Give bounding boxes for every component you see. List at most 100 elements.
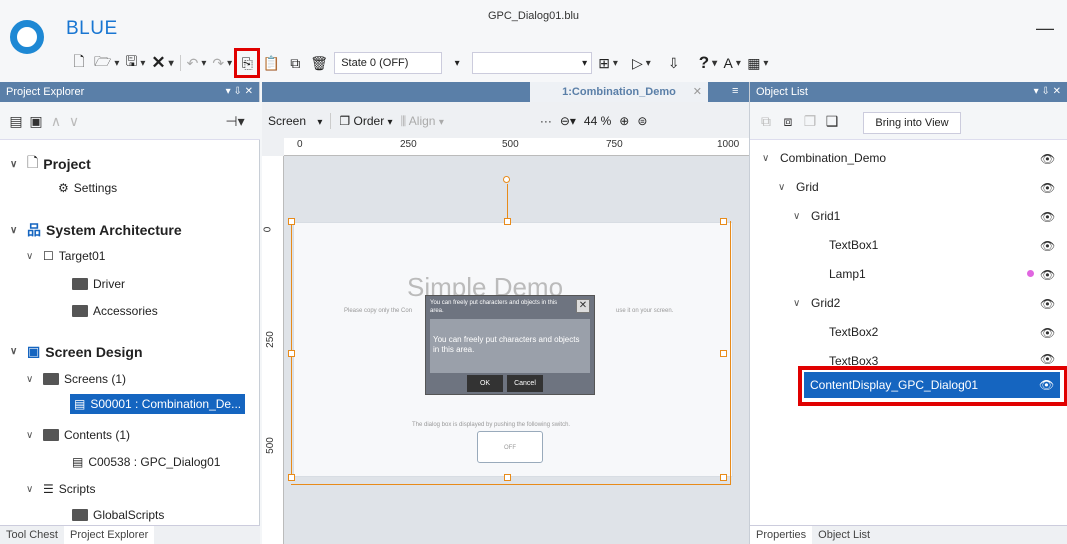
tree-item-target[interactable]: ∨ ☐ Target01 [26,249,105,263]
align-dropdown[interactable]: ⫼ Align ▾ [401,114,444,129]
grid-icon[interactable]: ▦ [747,52,768,74]
new-file-icon[interactable]: 🗋 [70,52,88,74]
resize-handle[interactable] [720,474,727,481]
tree-item-screen-design[interactable]: ∨ ▣ Screen Design [10,343,143,360]
list-item-grid2[interactable]: ∨ Grid2 [793,296,840,310]
close-icon[interactable]: ✕ [693,82,702,102]
undo-icon[interactable]: ↶ [187,52,207,74]
resize-handle[interactable] [720,350,727,357]
panel-controls-icon[interactable]: ▾ ⇩ ✕ [226,82,253,102]
tree-item-accessories[interactable]: Accessories [72,304,158,318]
visibility-eye-icon[interactable]: 👁 [1040,181,1055,195]
tree-item-project[interactable]: ∨ 🗋 Project [10,152,91,176]
tree-item-scripts[interactable]: ∨ ☰ Scripts [26,482,95,496]
paste-icon[interactable]: 📋 [262,52,280,74]
screen-dropdown[interactable]: Screen ▾ [268,114,322,128]
order-dropdown[interactable]: ❐ Order ▾ [339,114,392,128]
redo-icon[interactable]: ↷ [212,52,232,74]
save-icon[interactable]: 🖫 [125,52,145,74]
zoom-out-icon[interactable]: ⊖▾ [560,114,576,128]
zoom-fit-icon[interactable]: ⊜ [637,114,647,128]
tab-properties[interactable]: Properties [750,526,813,544]
off-switch[interactable]: OFF [477,431,543,463]
visibility-eye-icon[interactable]: 👁 [1040,210,1055,224]
list-item-grid1[interactable]: ∨ Grid1 [793,209,840,223]
help-icon[interactable]: ? [699,52,717,74]
resize-handle[interactable] [504,474,511,481]
dialog-box[interactable]: You can freely put characters and object… [425,295,595,395]
zoom-in-icon[interactable]: ⊕ [619,114,629,128]
transfer-icon[interactable]: ⇩ [665,52,683,74]
chevron-down-icon: ∨ [762,152,770,164]
tab-object-list[interactable]: Object List [812,526,876,544]
tree-item-content-c00538[interactable]: ▤ C00538 : GPC_Dialog01 [72,455,220,469]
tab-tool-chest[interactable]: Tool Chest [0,526,64,544]
close-file-icon[interactable]: ✕ [151,52,173,74]
resize-handle[interactable] [288,350,295,357]
tree-item-label: Target01 [58,249,106,263]
object-list-panel: Object List ▾ ⇩ ✕ ⧉ ⧈ ❐ ❑ Bring into View… [749,82,1067,544]
group-icon[interactable]: ⧈ [780,113,796,129]
resize-handle[interactable] [504,218,511,225]
tree-item-driver[interactable]: Driver [72,277,125,291]
copy-icon[interactable]: ⎘ [234,48,261,78]
properties-icon[interactable]: ▤ [8,113,24,129]
tree-item-label: Project [43,156,91,172]
tree-item-system-architecture[interactable]: ∨ 品 System Architecture [10,220,182,240]
visibility-eye-icon[interactable]: 👁 [1040,326,1055,340]
title-bar: BLUE GPC_Dialog01.blu — 🗋 🗁 🖫 ✕ ↶ ↷ ⎘ 📋 … [0,0,1067,82]
visibility-eye-icon[interactable]: 👁 [1040,152,1055,166]
minimize-button[interactable]: — [1036,18,1054,39]
tab-label: 1:Combination_Demo [562,86,676,98]
tree-item-screens[interactable]: ∨ Screens (1) [26,372,126,386]
run-icon[interactable]: ▷ [632,52,651,74]
list-item-textbox2[interactable]: TextBox2 [829,325,878,339]
content-icon: ▤ [72,455,84,469]
tab-list-icon[interactable]: ≡ [732,85,738,97]
tree-item-screen-s00001[interactable]: ▤ S00001 : Combination_De... [70,394,246,414]
list-item-lamp1[interactable]: Lamp1 [829,267,866,281]
resize-handle[interactable] [288,474,295,481]
visibility-eye-icon[interactable]: 👁 [1040,268,1055,282]
design-canvas[interactable]: Simple Demo Please copy only the Con use… [284,156,749,544]
more-icon[interactable]: ··· [540,114,552,128]
visibility-eye-icon[interactable]: 👁 [1039,372,1054,398]
tree-item-settings[interactable]: ⚙ Settings [58,181,117,195]
resize-handle[interactable] [720,218,727,225]
folder-icon[interactable]: ▣ [28,113,44,129]
visibility-eye-icon[interactable]: 👁 [1040,239,1055,253]
resize-handle[interactable] [288,218,295,225]
tree-item-contents[interactable]: ∨ Contents (1) [26,428,130,442]
panel-controls-icon[interactable]: ▾ ⇩ ✕ [1034,82,1061,102]
tree-item-global-scripts[interactable]: GlobalScripts [72,508,164,522]
visibility-eye-icon[interactable]: 👁 [1040,352,1055,366]
tab-project-explorer[interactable]: Project Explorer [63,526,155,544]
order-label: Order [353,114,385,128]
font-size-icon[interactable]: A [723,52,741,74]
ok-button[interactable]: OK [467,375,503,392]
list-item-combination-demo[interactable]: ∨ Combination_Demo [762,151,886,165]
secondary-dropdown[interactable]: ▾ [472,52,593,74]
list-item-textbox1[interactable]: TextBox1 [829,238,878,252]
cancel-button[interactable]: Cancel [507,375,543,392]
state-dropdown[interactable]: State 0 (OFF) [334,52,443,74]
bring-into-view-button[interactable]: Bring into View [863,112,961,134]
close-icon[interactable]: ✕ [576,299,590,313]
visibility-eye-icon[interactable]: 👁 [1040,297,1055,311]
layout-icon[interactable]: ⊞ [598,52,618,74]
list-item-grid[interactable]: ∨ Grid [778,180,819,194]
state-dropdown-arrow-icon[interactable]: ▾ [448,52,466,74]
duplicate-icon[interactable]: ⧉ [286,52,304,74]
list-item-content-display[interactable]: ContentDisplay_GPC_Dialog01 👁 [804,372,1060,398]
ungroup-icon[interactable]: ⧉ [758,113,774,129]
rotation-handle[interactable] [503,176,510,183]
send-back-icon[interactable]: ❐ [802,113,818,129]
pin-dropdown-icon[interactable]: ⊣▾ [222,113,248,129]
tab-combination-demo[interactable]: 1:Combination_Demo ✕ [530,82,708,102]
move-down-icon[interactable]: ∨ [66,113,82,129]
delete-icon[interactable]: 🗑 [310,52,328,74]
move-up-icon[interactable]: ∧ [48,113,64,129]
open-file-icon[interactable]: 🗁 [94,52,119,74]
blue-logo-icon [10,20,44,54]
bring-front-icon[interactable]: ❑ [824,113,840,129]
